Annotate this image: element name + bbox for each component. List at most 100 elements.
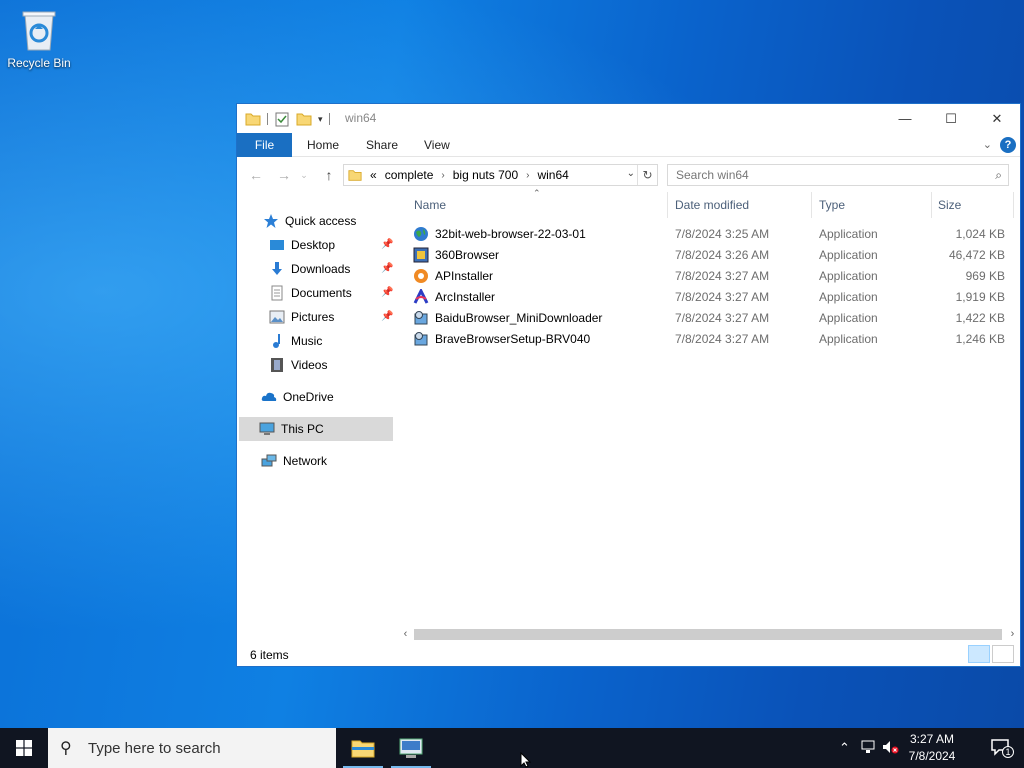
nav-item-network[interactable]: Network — [261, 449, 327, 473]
system-tray: ⌃ 3:27 AM 7/8/2024 1 — [824, 728, 1024, 768]
installer-icon — [413, 247, 429, 263]
nav-item-desktop[interactable]: Desktop 📌 — [269, 233, 393, 257]
new-folder-icon[interactable] — [296, 111, 312, 127]
address-overflow[interactable]: « — [370, 168, 377, 182]
nav-item-pictures[interactable]: Pictures 📌 — [269, 305, 393, 329]
file-row[interactable]: 360Browser 7/8/2024 3:26 AM Application … — [409, 245, 1009, 266]
notification-center-button[interactable]: 1 — [990, 738, 1014, 758]
column-header-size[interactable]: Size — [938, 194, 961, 216]
network-status-icon[interactable] — [861, 740, 877, 754]
file-row[interactable]: BaiduBrowser_MiniDownloader 7/8/2024 3:2… — [409, 308, 1009, 329]
taskbar-app[interactable] — [391, 728, 431, 768]
file-size: 1,246 KB — [955, 332, 1005, 346]
column-header-date-modified[interactable]: Date modified — [675, 194, 749, 216]
column-divider[interactable] — [931, 192, 932, 218]
file-row[interactable]: APInstaller 7/8/2024 3:27 AM Application… — [409, 266, 1009, 287]
scroll-right-arrow-icon[interactable]: › — [1004, 626, 1021, 643]
recycle-bin-icon — [19, 6, 59, 52]
maximize-button[interactable]: ☐ — [928, 104, 974, 133]
tab-file[interactable]: File — [237, 133, 292, 157]
refresh-icon[interactable]: ↻ — [637, 165, 657, 185]
properties-icon[interactable] — [274, 111, 290, 127]
file-name: 32bit-web-browser-22-03-01 — [435, 227, 586, 241]
computer-icon — [259, 422, 275, 435]
start-button[interactable] — [0, 728, 48, 768]
nav-item-music[interactable]: Music — [269, 329, 322, 353]
tab-share[interactable]: Share — [366, 133, 398, 157]
title-bar[interactable]: ▾ win64 ― ☐ ✕ — [237, 104, 1020, 133]
horizontal-scrollbar[interactable]: ‹ › — [397, 626, 1021, 643]
system-clock[interactable]: 3:27 AM 7/8/2024 — [902, 731, 962, 765]
file-type: Application — [819, 290, 878, 304]
recent-locations-chevron-icon[interactable]: ⌄ — [295, 166, 313, 184]
breadcrumb-chevron-icon[interactable]: › — [441, 170, 444, 181]
column-divider[interactable] — [667, 192, 668, 218]
status-item-count: 6 items — [250, 648, 289, 662]
address-dropdown-chevron-icon[interactable]: ⌄ — [627, 168, 635, 179]
scroll-left-arrow-icon[interactable]: ‹ — [397, 626, 414, 643]
breadcrumb-segment[interactable]: big nuts 700 — [453, 168, 518, 182]
sort-ascending-icon: ⌃ — [533, 188, 541, 198]
help-icon[interactable]: ? — [1000, 137, 1016, 153]
close-button[interactable]: ✕ — [974, 104, 1020, 133]
document-icon — [271, 285, 283, 301]
search-icon: ⌕ — [995, 168, 1002, 182]
minimize-button[interactable]: ― — [882, 104, 928, 133]
star-icon — [264, 214, 278, 228]
column-header-name[interactable]: Name — [414, 194, 446, 216]
taskbar-search-placeholder: Type here to search — [88, 739, 221, 757]
nav-item-videos[interactable]: Videos — [269, 353, 327, 377]
file-row[interactable]: ArcInstaller 7/8/2024 3:27 AM Applicatio… — [409, 287, 1009, 308]
clock-date: 7/8/2024 — [908, 749, 956, 763]
file-row[interactable]: 32bit-web-browser-22-03-01 7/8/2024 3:25… — [409, 224, 1009, 245]
search-box[interactable]: Search win64 ⌕ — [667, 164, 1009, 186]
file-type: Application — [819, 269, 878, 283]
address-bar[interactable]: « complete › big nuts 700 › win64 ⌄ ↻ — [343, 164, 658, 186]
file-date: 7/8/2024 3:27 AM — [675, 311, 770, 325]
control-panel-icon — [399, 738, 423, 758]
nav-item-quick-access[interactable]: Quick access — [263, 209, 356, 233]
column-divider[interactable] — [1013, 192, 1014, 218]
breadcrumb-segment[interactable]: complete — [385, 168, 434, 182]
desktop-folder-icon — [270, 240, 284, 250]
file-size: 1,422 KB — [955, 311, 1005, 325]
column-header-type[interactable]: Type — [819, 194, 845, 216]
pin-icon: 📌 — [381, 287, 394, 298]
nav-label: Documents — [291, 286, 352, 300]
toolbar-separator — [328, 113, 330, 125]
nav-item-downloads[interactable]: Downloads 📌 — [269, 257, 393, 281]
show-hidden-icons-chevron-icon[interactable]: ⌃ — [839, 740, 850, 756]
arc-icon — [413, 289, 429, 304]
customize-toolbar-chevron-icon[interactable]: ▾ — [318, 114, 323, 125]
desktop-icon-recycle-bin[interactable]: Recycle Bin — [4, 6, 74, 70]
breadcrumb-chevron-icon[interactable]: › — [526, 170, 529, 181]
nav-item-documents[interactable]: Documents 📌 — [269, 281, 393, 305]
file-size: 46,472 KB — [948, 248, 1005, 262]
file-date: 7/8/2024 3:27 AM — [675, 332, 770, 346]
search-placeholder: Search win64 — [676, 168, 749, 182]
breadcrumb-segment[interactable]: win64 — [537, 168, 568, 182]
nav-label: Network — [283, 454, 328, 468]
nav-item-onedrive[interactable]: OneDrive — [261, 385, 334, 409]
large-icons-view-button[interactable] — [992, 645, 1014, 663]
file-size: 969 KB — [965, 269, 1005, 283]
taskbar-file-explorer[interactable] — [343, 728, 383, 768]
forward-arrow-icon[interactable]: → — [275, 166, 293, 184]
back-arrow-icon[interactable]: ← — [247, 166, 265, 184]
tab-view[interactable]: View — [424, 133, 450, 157]
nav-item-this-pc[interactable]: This PC — [239, 417, 393, 441]
notification-badge: 1 — [1002, 746, 1014, 758]
column-divider[interactable] — [811, 192, 812, 218]
volume-muted-icon[interactable] — [882, 740, 900, 754]
file-type: Application — [819, 248, 878, 262]
pin-icon: 📌 — [381, 263, 394, 274]
details-view-button[interactable] — [968, 645, 990, 663]
file-name: BraveBrowserSetup-BRV040 — [435, 332, 591, 346]
taskbar-search-box[interactable]: ⚲ Type here to search — [48, 728, 336, 768]
up-arrow-icon[interactable]: ↑ — [320, 166, 338, 184]
file-row[interactable]: BraveBrowserSetup-BRV040 7/8/2024 3:27 A… — [409, 329, 1009, 350]
nav-label: Pictures — [291, 310, 335, 324]
expand-ribbon-chevron-icon[interactable]: ⌄ — [983, 138, 992, 151]
tab-home[interactable]: Home — [307, 133, 339, 157]
scrollbar-thumb[interactable] — [414, 629, 1002, 640]
